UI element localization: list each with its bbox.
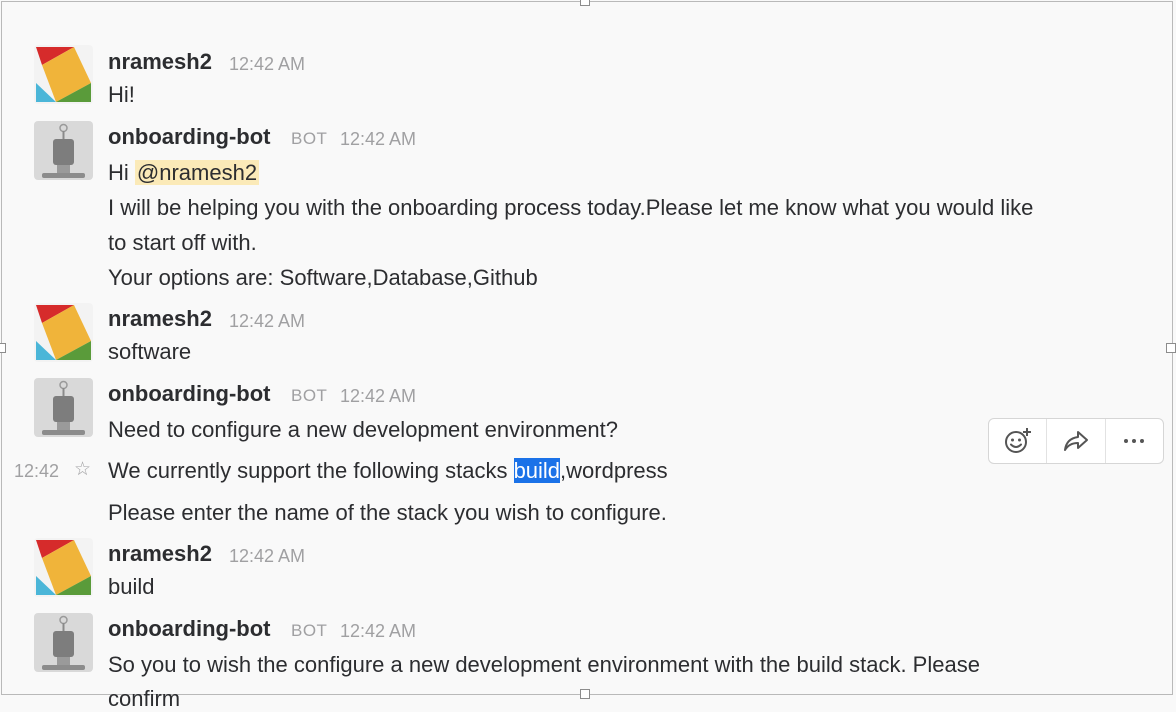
- user-avatar-icon: [34, 45, 93, 104]
- resize-handle-right[interactable]: [1166, 343, 1176, 353]
- message-text: to start off with.: [108, 230, 257, 255]
- message-text-suffix: ,wordpress: [560, 458, 668, 483]
- message-text: I will be helping you with the onboardin…: [108, 195, 1034, 220]
- robot-avatar-icon: [34, 378, 93, 437]
- avatar-nramesh2[interactable]: [34, 303, 93, 362]
- message-timestamp[interactable]: 12:42 AM: [340, 386, 416, 407]
- message-timestamp[interactable]: 12:42 AM: [229, 311, 305, 332]
- message-author[interactable]: onboarding-bot: [108, 381, 271, 407]
- share-message-button[interactable]: [1047, 419, 1106, 463]
- add-reaction-button[interactable]: [989, 419, 1048, 463]
- selected-text: build: [513, 458, 561, 483]
- star-icon[interactable]: ☆: [74, 458, 91, 481]
- robot-avatar-icon: [34, 613, 93, 672]
- bot-badge: BOT: [291, 129, 328, 148]
- message-text: Need to configure a new development envi…: [108, 417, 618, 442]
- message-text-prefix: We currently support the following stack…: [108, 458, 514, 483]
- message-text: So you to wish the configure a new devel…: [108, 652, 980, 677]
- avatar-nramesh2[interactable]: [34, 538, 93, 597]
- resize-handle-left[interactable]: [0, 343, 6, 353]
- more-actions-icon: [1124, 439, 1145, 443]
- bot-badge: BOT: [291, 621, 328, 640]
- message-timestamp[interactable]: 12:42 AM: [340, 621, 416, 642]
- more-actions-button[interactable]: [1106, 419, 1163, 463]
- message-timestamp[interactable]: 12:42 AM: [340, 129, 416, 150]
- avatar-nramesh2[interactable]: [34, 45, 93, 104]
- user-avatar-icon: [34, 538, 93, 597]
- message-actions-bar: [988, 418, 1164, 464]
- message-author[interactable]: nramesh2: [108, 306, 212, 332]
- user-avatar-icon: [34, 303, 93, 362]
- message-timestamp[interactable]: 12:42 AM: [229, 54, 305, 75]
- message-text: Please enter the name of the stack you w…: [108, 500, 667, 525]
- message-text: Hi @nramesh2: [108, 160, 260, 186]
- avatar-bot[interactable]: [34, 378, 93, 437]
- message-author[interactable]: onboarding-bot: [108, 124, 271, 150]
- avatar-bot[interactable]: [34, 121, 93, 180]
- message-author[interactable]: nramesh2: [108, 49, 212, 75]
- message-text: confirm: [108, 686, 181, 711]
- avatar-bot[interactable]: [34, 613, 93, 672]
- bot-badge: BOT: [291, 386, 328, 405]
- message-text: build: [108, 574, 155, 599]
- add-reaction-icon: [1004, 428, 1031, 453]
- message-author[interactable]: nramesh2: [108, 541, 212, 567]
- resize-handle-top[interactable]: [580, 0, 590, 6]
- user-mention[interactable]: @nramesh2: [134, 160, 260, 185]
- robot-avatar-icon: [34, 121, 93, 180]
- message-text: Your options are: Software,Database,Gith…: [108, 265, 538, 290]
- share-icon: [1063, 431, 1088, 451]
- hover-timestamp[interactable]: 12:42: [14, 461, 59, 482]
- message-text: software: [108, 339, 192, 364]
- message-text: We currently support the following stack…: [108, 458, 668, 484]
- message-author[interactable]: onboarding-bot: [108, 616, 271, 642]
- message-text: Hi!: [108, 82, 135, 107]
- greeting-text: Hi: [108, 160, 135, 185]
- message-timestamp[interactable]: 12:42 AM: [229, 546, 305, 567]
